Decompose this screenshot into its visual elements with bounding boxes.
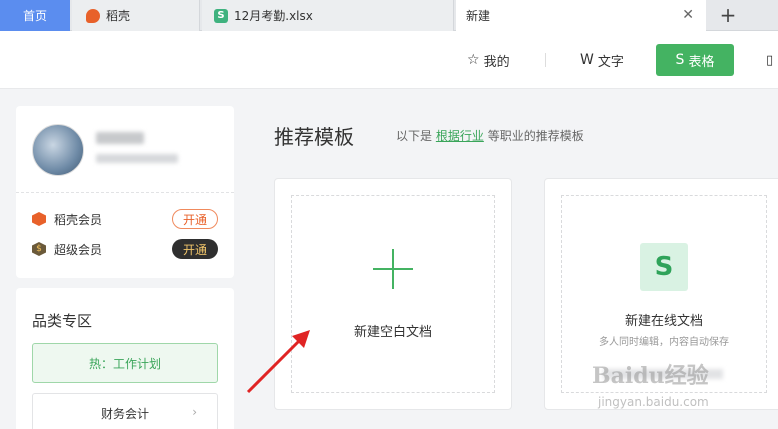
more-icon: ▯ bbox=[766, 52, 774, 68]
new-online-doc-label: 新建在线文档 bbox=[624, 314, 703, 329]
watermark: Baidu经验 bbox=[592, 363, 709, 389]
hot-work-plan-button[interactable]: 热：工作计划 bbox=[32, 343, 218, 383]
annotation-arrow-icon bbox=[246, 330, 310, 394]
more-button[interactable]: ▯ bbox=[766, 47, 773, 73]
tab-attendance-xlsx[interactable]: S 12月考勤.xlsx bbox=[202, 0, 454, 31]
s-icon: S bbox=[675, 52, 685, 68]
page-subtitle: 以下是 根据行业 等职业的推荐模板 bbox=[396, 127, 584, 144]
tab-home[interactable]: 首页 bbox=[0, 0, 70, 31]
super-member-label: 超级会员 bbox=[54, 242, 103, 257]
username-blurred bbox=[96, 132, 144, 144]
w-icon: W bbox=[580, 52, 594, 68]
spreadsheet-icon: S bbox=[214, 8, 228, 23]
finance-category-button[interactable]: 财务会计 › bbox=[32, 393, 218, 429]
chevron-right-icon: › bbox=[192, 405, 197, 419]
sheet-label: 表格 bbox=[688, 54, 715, 70]
spreadsheet-s-icon: S bbox=[640, 243, 688, 291]
mine-button[interactable]: ☆ 我的 bbox=[467, 47, 510, 73]
user-card: 稻壳会员 开通 $ 超级会员 开通 bbox=[16, 106, 234, 278]
tab-attendance-label: 12月考勤.xlsx bbox=[234, 9, 313, 23]
category-card: 品类专区 热：工作计划 财务会计 › bbox=[16, 288, 234, 429]
text-doc-button[interactable]: W 文字 bbox=[580, 47, 624, 73]
text-doc-label: 文字 bbox=[597, 54, 624, 70]
avatar[interactable] bbox=[32, 124, 84, 176]
mine-label: 我的 bbox=[483, 54, 510, 70]
super-membership-row: $ 超级会员 开通 bbox=[32, 239, 218, 259]
page-title: 推荐模板 bbox=[274, 125, 354, 149]
tab-new[interactable]: 新建 ✕ bbox=[456, 0, 706, 31]
new-tab-icon[interactable]: + bbox=[716, 3, 740, 27]
watermark-url: jingyan.baidu.com bbox=[598, 395, 709, 409]
sheet-button[interactable]: S 表格 bbox=[656, 44, 734, 76]
card-divider bbox=[16, 192, 234, 193]
userid-blurred bbox=[96, 154, 178, 163]
new-online-doc-desc: 多人同时编辑，内容自动保存 bbox=[599, 337, 729, 348]
super-member-icon: $ bbox=[32, 242, 46, 256]
industry-link[interactable]: 根据行业 bbox=[436, 129, 484, 143]
tab-home-label: 首页 bbox=[22, 9, 47, 23]
star-icon: ☆ bbox=[467, 52, 480, 68]
subtitle-prefix: 以下是 bbox=[396, 129, 433, 143]
plus-icon bbox=[373, 249, 413, 289]
super-activate-button[interactable]: 开通 bbox=[172, 239, 218, 259]
tab-daoke[interactable]: 稻壳 bbox=[72, 0, 200, 31]
tab-new-label: 新建 bbox=[466, 9, 491, 23]
daoke-membership-row: 稻壳会员 开通 bbox=[32, 209, 218, 229]
header-divider bbox=[545, 53, 546, 67]
card-dashed-frame bbox=[291, 195, 495, 393]
daoke-activate-button[interactable]: 开通 bbox=[172, 209, 218, 229]
tab-daoke-label: 稻壳 bbox=[106, 9, 131, 23]
category-title: 品类专区 bbox=[32, 312, 93, 330]
daoke-icon bbox=[86, 8, 100, 23]
daoke-member-icon bbox=[32, 212, 46, 226]
top-header: ☆ 我的 W 文字 S 表格 ▯ bbox=[0, 31, 778, 89]
finance-label: 财务会计 bbox=[100, 406, 149, 421]
tab-bar: 首页 稻壳 S 12月考勤.xlsx 新建 ✕ + bbox=[0, 0, 778, 31]
daoke-member-label: 稻壳会员 bbox=[54, 212, 103, 227]
close-icon[interactable]: ✕ bbox=[682, 8, 694, 22]
subtitle-suffix: 等职业的推荐模板 bbox=[487, 129, 584, 143]
